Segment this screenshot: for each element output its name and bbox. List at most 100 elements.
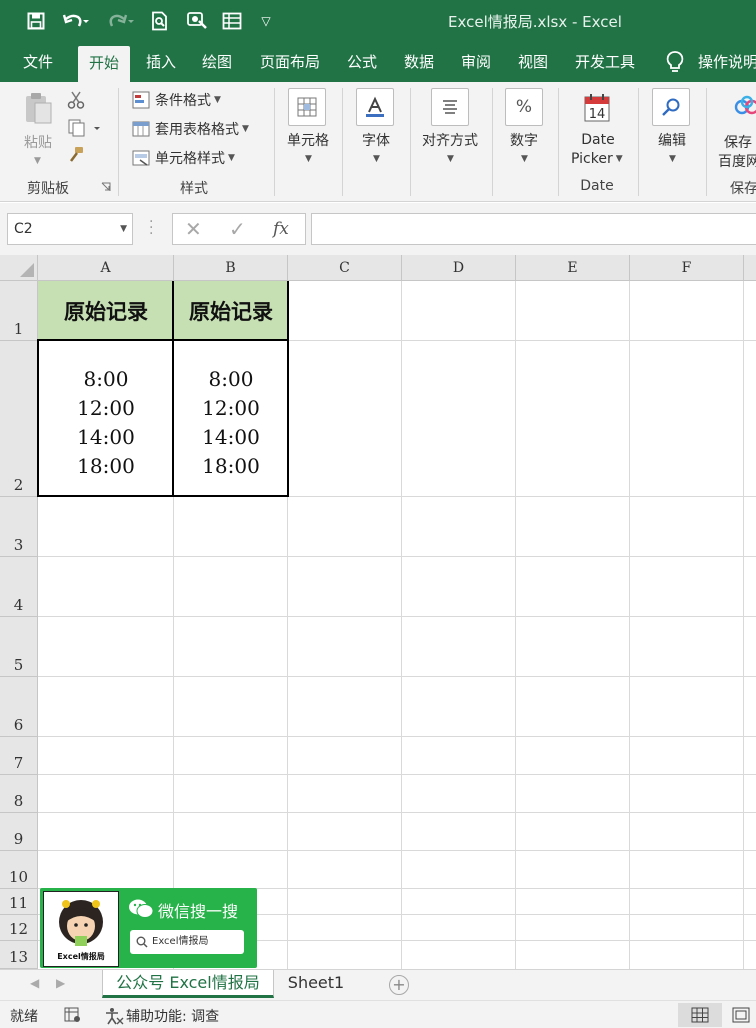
cell-styles-button[interactable]: 单元格样式 ▼ [132,148,235,168]
name-box-dropdown-icon[interactable]: ▼ [120,214,127,244]
date-picker-button[interactable]: Picker ▼ [571,151,623,167]
column-header-g[interactable] [744,255,756,281]
baidu-cloud-icon[interactable] [730,92,756,122]
tab-data[interactable]: 数据 [396,42,442,82]
tab-developer[interactable]: 开发工具 [566,42,644,82]
font-dropdown-icon[interactable]: ▼ [373,154,380,164]
format-painter-icon[interactable] [66,144,86,164]
macro-record-icon[interactable] [64,1007,82,1027]
column-header-a[interactable]: A [38,255,174,281]
tab-insert[interactable]: 插入 [138,42,184,82]
accessibility-status[interactable]: 辅助功能: 调查 [126,1006,219,1026]
tab-draw[interactable]: 绘图 [194,42,240,82]
copy-icon[interactable] [66,118,102,138]
row-header-1[interactable]: 1 [0,281,38,341]
date-picker-line1[interactable]: Date [570,132,626,148]
cut-icon[interactable] [66,90,86,110]
paste-label[interactable]: 粘贴 [20,132,56,152]
enter-icon[interactable]: ✓ [229,217,246,241]
add-sheet-button[interactable]: + [389,975,409,995]
wechat-promo-card: Excel情报局 微信搜一搜 Excel情报局 [40,888,257,968]
formula-input[interactable] [311,213,756,245]
ribbon-tabs: 文件 开始 插入 绘图 页面布局 公式 数据 审阅 视图 开发工具 操作说明 [0,42,756,82]
print-preview-icon[interactable] [148,8,172,34]
page-layout-view-icon[interactable] [726,1003,756,1027]
row-header-2[interactable]: 2 [0,341,38,497]
format-as-table-button[interactable]: 套用表格格式 ▼ [132,119,249,139]
sheet-tab-active[interactable]: 公众号 Excel情报局 [102,970,274,998]
conditional-formatting-button[interactable]: 条件格式 ▼ [132,90,221,110]
clipboard-launcher-icon[interactable] [100,181,112,193]
column-header-c[interactable]: C [288,255,402,281]
row-header-6[interactable]: 6 [0,677,38,737]
alignment-dropdown-icon[interactable]: ▼ [447,154,454,164]
tab-home[interactable]: 开始 [78,46,130,82]
column-header-e[interactable]: E [516,255,630,281]
touch-mode-icon[interactable] [184,8,210,34]
previous-sheet-icon[interactable]: ◀ [30,976,39,990]
row-header-5[interactable]: 5 [0,617,38,677]
row-header-13[interactable]: 13 [0,941,38,969]
select-all-button[interactable] [0,255,38,281]
column-header-d[interactable]: D [402,255,516,281]
status-ready: 就绪 [10,1009,38,1025]
paste-icon[interactable] [20,90,56,126]
next-sheet-icon[interactable]: ▶ [56,976,65,990]
row-header-10[interactable]: 10 [0,851,38,889]
clipboard-group-label: 剪贴板 [27,181,69,197]
tab-file[interactable]: 文件 [12,42,64,82]
accessibility-icon[interactable] [104,1007,124,1028]
font-label[interactable]: 字体 [350,130,402,150]
number-dropdown-icon[interactable]: ▼ [521,154,528,164]
conditional-formatting-icon [132,91,150,109]
search-icon [136,936,148,948]
cell-styles-icon [132,150,150,166]
customize-quick-access-icon[interactable]: ▽ [256,8,276,34]
cell-a1[interactable]: 原始记录 [38,281,174,340]
column-header-f[interactable]: F [630,255,744,281]
column-header-b[interactable]: B [174,255,288,281]
sheet-tab-sheet1[interactable]: Sheet1 [280,970,352,998]
cells-label[interactable]: 单元格 [282,130,334,150]
normal-view-icon[interactable] [678,1003,722,1027]
tab-page-layout[interactable]: 页面布局 [252,42,328,82]
row-header-7[interactable]: 7 [0,737,38,775]
editing-label[interactable]: 编辑 [646,130,698,150]
alignment-label[interactable]: 对齐方式 [416,130,484,150]
editing-dropdown-icon[interactable]: ▼ [669,154,676,164]
font-icon[interactable] [356,88,394,126]
styles-group-label: 样式 [180,181,208,197]
promo-title: 微信搜一搜 [158,902,239,921]
tab-view[interactable]: 视图 [510,42,556,82]
form-icon[interactable] [220,8,244,34]
tell-me-search[interactable]: 操作说明 [698,42,756,82]
row-header-11[interactable]: 11 [0,889,38,915]
redo-icon[interactable] [104,8,138,34]
row-header-3[interactable]: 3 [0,497,38,557]
window-title: Excel情报局.xlsx - Excel [448,13,622,31]
row-header-9[interactable]: 9 [0,813,38,851]
cell-b1[interactable]: 原始记录 [174,281,288,340]
paste-dropdown-icon[interactable]: ▼ [34,156,41,166]
cells-dropdown-icon[interactable]: ▼ [305,154,312,164]
tab-review[interactable]: 审阅 [453,42,499,82]
row-header-4[interactable]: 4 [0,557,38,617]
tab-formulas[interactable]: 公式 [339,42,385,82]
insert-function-icon[interactable]: fx [273,219,289,239]
save-baidu-line1[interactable]: 保存 [724,132,756,152]
number-format-icon[interactable]: % [505,88,543,126]
cancel-icon[interactable]: ✕ [185,217,202,241]
row-header-8[interactable]: 8 [0,775,38,813]
save-icon[interactable] [24,8,48,34]
cells-icon[interactable] [288,88,326,126]
save-baidu-line2[interactable]: 百度网 [718,151,756,171]
alignment-icon[interactable] [431,88,469,126]
lightbulb-icon[interactable] [664,50,688,74]
number-label[interactable]: 数字 [498,130,550,150]
editing-search-icon[interactable] [652,88,690,126]
formula-bar-splitter[interactable]: · · · [149,215,153,241]
row-header-12[interactable]: 12 [0,915,38,941]
name-box[interactable]: C2 ▼ [7,213,133,245]
save-group-label: 保存 [730,181,756,197]
undo-icon[interactable] [60,8,94,34]
